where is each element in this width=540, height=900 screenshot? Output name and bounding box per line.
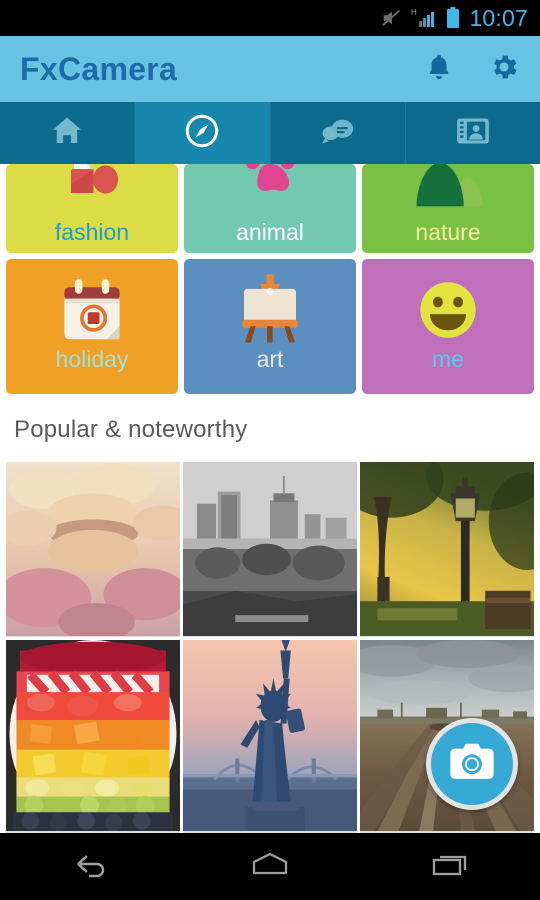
android-navigation-bar [0,833,540,900]
category-grid-row-2: holiday art me [0,259,540,394]
photo-macarons[interactable] [6,462,180,637]
category-tile-me[interactable]: me [362,259,534,394]
status-bar: H 10:07 [0,0,540,36]
category-label: me [432,345,464,372]
camera-shutter-button[interactable] [426,718,518,810]
android-recents-button[interactable] [360,849,540,884]
category-label: nature [415,219,481,245]
paw-print-icon [184,164,356,220]
svg-text:H: H [411,8,417,17]
category-label: art [256,345,284,372]
category-label: holiday [55,345,129,372]
tab-explore[interactable] [135,102,270,164]
app-title: FxCamera [20,50,178,87]
camera-icon [446,736,498,793]
back-arrow-icon [69,849,111,884]
android-home-button[interactable] [180,849,360,884]
app-bar-actions [424,51,520,88]
section-heading: Popular & noteworthy [14,416,248,443]
category-tile-art[interactable]: art [184,259,356,394]
smiley-face-icon [362,269,534,351]
settings-gear-icon[interactable] [488,51,520,88]
chat-bubbles-icon [319,114,357,153]
compass-icon [183,112,221,155]
contact-card-icon [455,115,491,152]
category-label: animal [236,219,304,245]
main-tab-bar [0,102,540,164]
recents-icon [429,849,471,884]
calendar-icon [6,269,178,351]
mountains-icon [362,164,534,220]
category-tile-nature[interactable]: nature [362,164,534,253]
tab-divider [134,102,136,164]
photo-lamppost[interactable] [360,462,534,637]
status-bar-clock: 10:07 [469,4,528,31]
battery-icon [446,7,460,29]
nail-polish-icon [6,164,178,220]
app-screen: H 10:07 FxCamera fashion animal nature h… [0,0,540,900]
android-back-button[interactable] [0,849,180,884]
category-tile-fashion[interactable]: fashion [6,164,178,253]
home-pentagon-icon [250,849,290,884]
category-grid-row-1: fashion animal nature [0,164,540,253]
photo-statue-liberty[interactable] [183,640,357,833]
app-bar: FxCamera [0,36,540,102]
tab-messages[interactable] [271,102,405,164]
tab-home[interactable] [0,102,134,164]
notifications-icon[interactable] [424,52,454,87]
category-tile-holiday[interactable]: holiday [6,259,178,394]
tab-divider [404,102,406,164]
photo-cityscape[interactable] [183,462,357,637]
silent-mode-icon [380,7,402,29]
home-icon [49,113,85,154]
tab-profile[interactable] [406,102,540,164]
category-label: fashion [54,219,130,245]
tab-divider [269,102,271,164]
easel-icon [184,269,356,351]
signal-h-icon: H [411,7,437,29]
photo-fruit-platter[interactable] [6,640,180,833]
category-tile-animal[interactable]: animal [184,164,356,253]
